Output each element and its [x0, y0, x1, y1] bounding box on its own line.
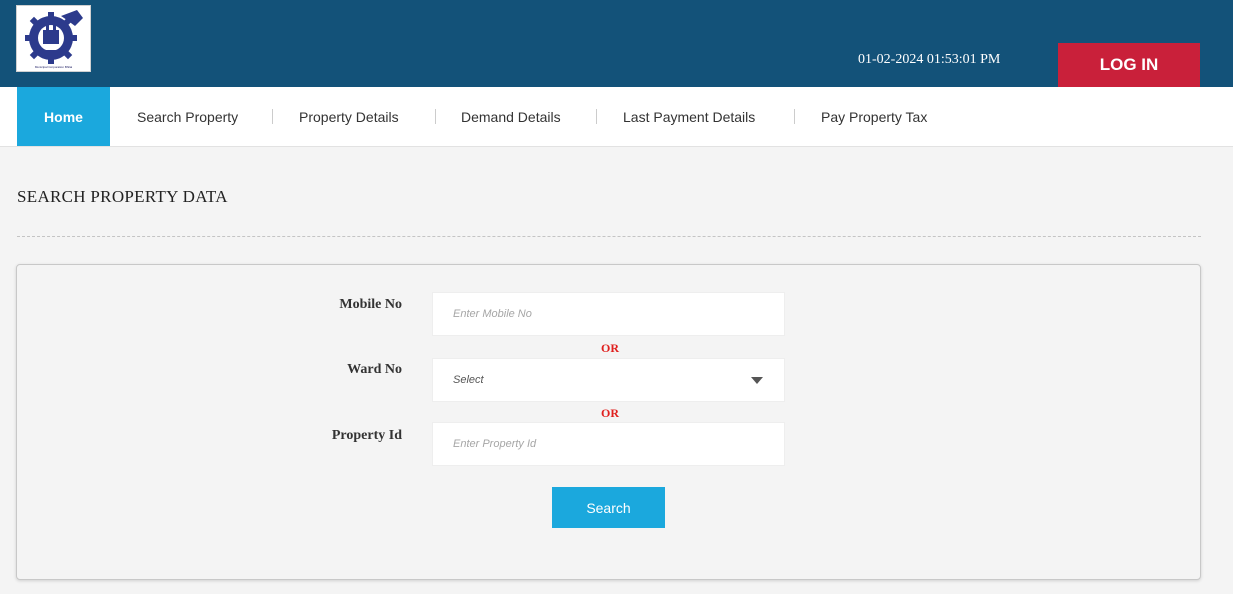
search-button[interactable]: Search	[552, 487, 665, 528]
property-id-field-wrapper	[432, 422, 785, 466]
mobile-no-field-wrapper	[432, 292, 785, 336]
property-id-input[interactable]	[433, 423, 784, 465]
nav-item-pay-property-tax[interactable]: Pay Property Tax	[821, 87, 927, 146]
nav-item-demand-details[interactable]: Demand Details	[461, 87, 561, 146]
ward-no-label: Ward No	[347, 362, 402, 377]
nav-item-search-property[interactable]: Search Property	[137, 87, 238, 146]
or-separator: OR	[601, 341, 619, 355]
main-navigation: Home Search Property Property Details De…	[0, 87, 1233, 147]
main-content: SEARCH PROPERTY DATA Mobile No OR Ward N…	[0, 147, 1233, 594]
nav-separator	[596, 109, 597, 124]
nav-item-property-details[interactable]: Property Details	[299, 87, 399, 146]
nav-item-home[interactable]: Home	[17, 87, 110, 146]
ward-no-select[interactable]: Select	[432, 358, 785, 402]
mobile-no-label: Mobile No	[339, 297, 402, 312]
logo-caption: Municipal Corporation Bhilai	[34, 65, 73, 69]
property-id-label: Property Id	[331, 428, 402, 443]
page-title: SEARCH PROPERTY DATA	[17, 187, 228, 206]
municipal-logo[interactable]: Municipal Corporation Bhilai	[16, 5, 91, 72]
top-header: Municipal Corporation Bhilai 01-02-2024 …	[0, 0, 1233, 87]
nav-separator	[272, 109, 273, 124]
mobile-no-input[interactable]	[433, 293, 784, 335]
nav-separator	[794, 109, 795, 124]
ward-no-selected-value: Select	[453, 374, 484, 386]
chevron-down-icon	[751, 377, 763, 384]
login-button[interactable]: LOG IN	[1058, 43, 1200, 87]
search-form-panel: Mobile No OR Ward No Select OR Property …	[16, 264, 1201, 580]
or-separator: OR	[601, 406, 619, 420]
nav-item-last-payment-details[interactable]: Last Payment Details	[623, 87, 755, 146]
current-datetime: 01-02-2024 01:53:01 PM	[858, 52, 1001, 67]
title-divider	[17, 236, 1201, 237]
nav-separator	[435, 109, 436, 124]
logo-emblem-icon	[25, 10, 83, 64]
